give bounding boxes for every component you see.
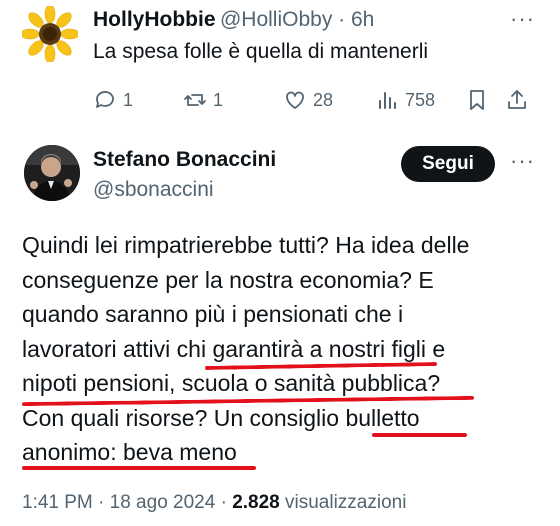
repost-count: 1 (213, 89, 224, 110)
analytics-icon (379, 92, 396, 109)
post-text-line: Quindi lei rimpatrierebbe tutti? Ha idea… (22, 232, 470, 258)
comment-icon (96, 91, 114, 108)
like-count: 28 (313, 89, 334, 110)
post-text-line: quando saranno più i pensionati che i (22, 301, 404, 327)
reply-more-button[interactable]: ··· (510, 6, 535, 32)
avatar[interactable] (20, 4, 80, 64)
post-more-button[interactable]: ··· (510, 148, 535, 174)
red-underline-annotation (372, 433, 467, 437)
post-views-count: 2.828 (232, 492, 280, 513)
reply-text: La spesa folle è quella di mantenerli (93, 40, 429, 63)
post-text-line: Con quali risorse? Un consiglio bulletto (22, 404, 420, 431)
red-underline-annotation (22, 466, 256, 470)
like-button[interactable]: 28 (283, 88, 333, 112)
post-text-line: anonimo: beva meno (22, 439, 237, 465)
repost-icon (184, 94, 206, 106)
bookmark-button[interactable] (465, 88, 495, 112)
reply-author-name[interactable]: HollyHobbie (93, 8, 216, 31)
repost-button[interactable]: 1 (183, 88, 223, 112)
reply-header: HollyHobbie @HolliObby · 6h (93, 8, 374, 32)
share-button[interactable] (505, 88, 535, 112)
post-text-line: conseguenze per la nostra economia? E (22, 266, 434, 293)
post-text: Quindi lei rimpatrierebbe tutti? Ha idea… (22, 228, 552, 470)
post-text-line: lavoratori attivi chi garantirà a nostri… (22, 335, 446, 362)
reply-actions-bar: 1 1 28 758 (93, 88, 533, 118)
views-count: 758 (405, 89, 436, 110)
post-views-label: visualizzazioni (279, 492, 407, 513)
bookmark-icon (470, 90, 484, 110)
reply-author-handle[interactable]: @HolliObby · 6h (220, 8, 374, 31)
views-button[interactable]: 758 (375, 88, 435, 112)
reply-count: 1 (123, 89, 134, 110)
post-metadata: 1:41 PM · 18 ago 2024 · 2.828 visualizza… (22, 492, 406, 514)
avatar[interactable] (24, 145, 80, 201)
follow-button[interactable]: Segui (401, 146, 495, 182)
share-icon (508, 90, 526, 109)
post-author-name[interactable]: Stefano Bonaccini (93, 148, 276, 172)
sunflower-avatar-image (20, 4, 80, 64)
reply-button[interactable]: 1 (93, 88, 133, 112)
post-timestamp[interactable]: 1:41 PM · 18 ago 2024 · (22, 492, 232, 513)
post-author-handle[interactable]: @sbonaccini (93, 178, 214, 202)
profile-photo-image (24, 145, 80, 201)
heart-icon (286, 91, 304, 109)
